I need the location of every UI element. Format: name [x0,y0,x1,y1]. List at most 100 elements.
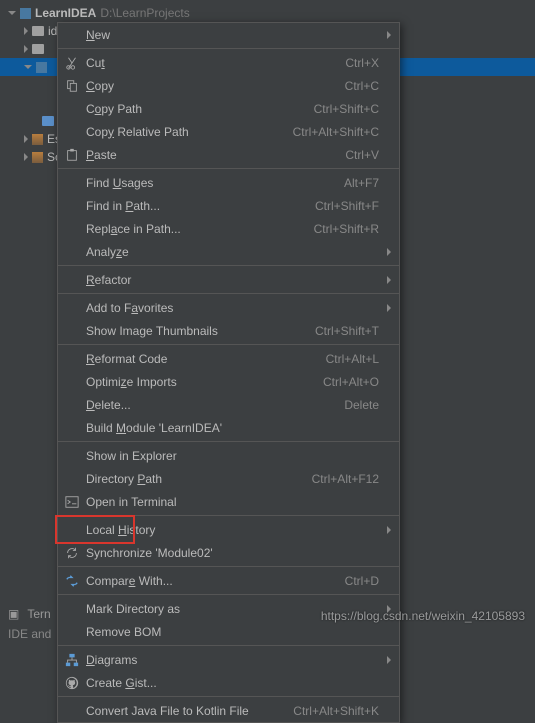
menu-separator [58,344,399,345]
menu-shortcut: Ctrl+Alt+Shift+C [293,125,379,139]
collapse-icon [24,45,28,53]
menu-item[interactable]: Add to Favorites [58,296,399,319]
menu-item-label: Replace in Path... [86,222,314,236]
menu-item[interactable]: Synchronize 'Module02' [58,541,399,564]
menu-item[interactable]: Directory PathCtrl+Alt+F12 [58,467,399,490]
menu-item[interactable]: Replace in Path...Ctrl+Shift+R [58,217,399,240]
menu-item[interactable]: Refactor [58,268,399,291]
menu-item-label: Diagrams [86,653,379,667]
blank-icon [64,351,80,367]
menu-separator [58,168,399,169]
tree-root-path: D:\LearnProjects [100,6,189,20]
blank-icon [64,27,80,43]
menu-item[interactable]: Diagrams [58,648,399,671]
menu-separator [58,515,399,516]
menu-item-label: Find Usages [86,176,344,190]
blank-icon [64,221,80,237]
menu-item-label: Reformat Code [86,352,326,366]
menu-item-label: Build Module 'LearnIDEA' [86,421,379,435]
menu-separator [58,293,399,294]
menu-item-label: Synchronize 'Module02' [86,546,379,560]
menu-item[interactable]: Compare With...Ctrl+D [58,569,399,592]
menu-item-label: Find in Path... [86,199,315,213]
blank-icon [64,272,80,288]
menu-item-label: Create Gist... [86,676,379,690]
menu-shortcut: Alt+F7 [344,176,379,190]
menu-item-label: Add to Favorites [86,301,379,315]
menu-item[interactable]: Show in Explorer [58,444,399,467]
blank-icon [64,374,80,390]
module-icon [36,62,47,73]
menu-item-label: Open in Terminal [86,495,379,509]
menu-shortcut: Ctrl+V [345,148,379,162]
blank-icon [64,448,80,464]
menu-item[interactable]: Reformat CodeCtrl+Alt+L [58,347,399,370]
submenu-arrow-icon [387,276,391,284]
folder-icon [32,26,44,36]
menu-item-label: Directory Path [86,472,312,486]
menu-item-label: Delete... [86,398,344,412]
library-icon [32,134,43,145]
menu-item[interactable]: CopyCtrl+C [58,74,399,97]
menu-item[interactable]: Delete...Delete [58,393,399,416]
collapse-icon [24,27,28,35]
menu-item[interactable]: Convert Java File to Kotlin FileCtrl+Alt… [58,699,399,722]
terminal-label: Tern [27,607,50,621]
menu-item[interactable]: Copy Relative PathCtrl+Alt+Shift+C [58,120,399,143]
tree-root[interactable]: LearnIDEA D:\LearnProjects [0,4,535,22]
blank-icon [64,703,80,719]
menu-item-label: Show Image Thumbnails [86,324,315,338]
menu-item[interactable]: New [58,23,399,46]
collapse-icon [24,135,28,143]
menu-item[interactable]: Find in Path...Ctrl+Shift+F [58,194,399,217]
blank-icon [64,323,80,339]
status-text: IDE and [8,627,51,641]
menu-item[interactable]: Build Module 'LearnIDEA' [58,416,399,439]
menu-item-label: Convert Java File to Kotlin File [86,704,293,718]
copy-icon [64,78,80,94]
menu-item[interactable]: CutCtrl+X [58,51,399,74]
diagram-icon [64,652,80,668]
menu-item[interactable]: Find UsagesAlt+F7 [58,171,399,194]
menu-item-label: Optimize Imports [86,375,323,389]
submenu-arrow-icon [387,248,391,256]
menu-separator [58,594,399,595]
paste-icon [64,147,80,163]
menu-item-label: Cut [86,56,345,70]
menu-shortcut: Ctrl+Shift+R [314,222,379,236]
menu-item[interactable]: PasteCtrl+V [58,143,399,166]
menu-item[interactable]: Copy PathCtrl+Shift+C [58,97,399,120]
menu-item[interactable]: Local History [58,518,399,541]
expand-icon [24,65,32,69]
tool-window-bar[interactable]: ▣ Tern [0,603,59,625]
menu-shortcut: Ctrl+Alt+O [323,375,379,389]
github-icon [64,675,80,691]
submenu-arrow-icon [387,304,391,312]
folder-icon [42,116,54,126]
menu-shortcut: Ctrl+Shift+F [315,199,379,213]
menu-shortcut: Ctrl+X [345,56,379,70]
menu-separator [58,265,399,266]
menu-separator [58,645,399,646]
submenu-arrow-icon [387,31,391,39]
menu-item-label: Copy [86,79,345,93]
menu-item[interactable]: Optimize ImportsCtrl+Alt+O [58,370,399,393]
tree-root-label: LearnIDEA [35,6,96,20]
menu-item[interactable]: Open in Terminal [58,490,399,513]
blank-icon [64,101,80,117]
submenu-arrow-icon [387,526,391,534]
menu-separator [58,696,399,697]
menu-item[interactable]: Show Image ThumbnailsCtrl+Shift+T [58,319,399,342]
blank-icon [64,175,80,191]
menu-shortcut: Delete [344,398,379,412]
menu-item-label: Analyze [86,245,379,259]
menu-item[interactable]: Create Gist... [58,671,399,694]
menu-item[interactable]: Analyze [58,240,399,263]
menu-shortcut: Ctrl+Shift+C [314,102,379,116]
menu-separator [58,566,399,567]
sync-icon [64,545,80,561]
menu-shortcut: Ctrl+Alt+Shift+K [293,704,379,718]
blank-icon [64,522,80,538]
menu-item-label: Local History [86,523,379,537]
terminal-icon: ▣ [8,607,19,621]
